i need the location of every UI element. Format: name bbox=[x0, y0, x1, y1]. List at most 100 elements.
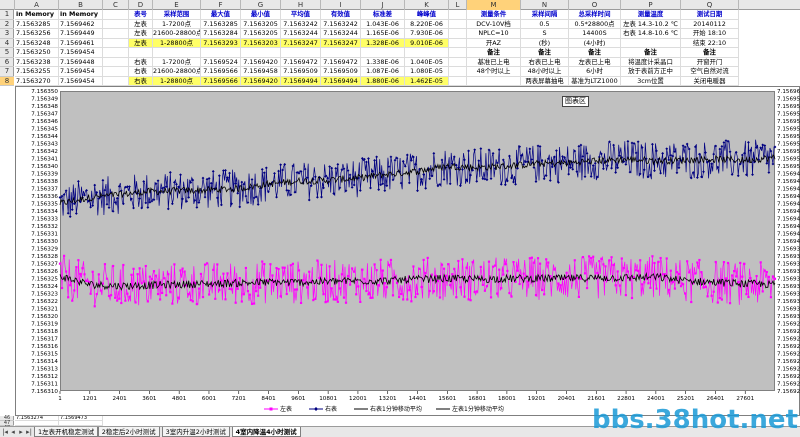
row-header[interactable]: 7 bbox=[0, 67, 14, 77]
cell-b2[interactable]: 7.1569462 bbox=[59, 19, 103, 29]
cell-o1[interactable]: 总采样时间 bbox=[569, 10, 621, 20]
column-header-a[interactable]: A bbox=[15, 0, 59, 10]
cell-g1[interactable]: 最小值 bbox=[241, 10, 281, 20]
cell-q4[interactable]: 结束 22:10 bbox=[681, 38, 739, 48]
column-header-h[interactable]: H bbox=[281, 0, 321, 10]
cell-g4[interactable]: 7.1563203 bbox=[241, 38, 281, 48]
cell-l6[interactable] bbox=[449, 57, 467, 67]
cell-q1[interactable]: 测试日期 bbox=[681, 10, 739, 20]
sheet-tab-4[interactable]: 4室内降温4小时测试 bbox=[231, 427, 301, 437]
chart-area[interactable]: 7.156310 7.156920 7.156311 7.156921 7.156312… bbox=[15, 86, 800, 416]
cell-f7[interactable]: 7.1569566 bbox=[201, 67, 241, 77]
cell-k6[interactable]: 1.040E-05 bbox=[405, 57, 449, 67]
cell-j5[interactable] bbox=[361, 48, 405, 58]
cell-q6[interactable]: 开窗开门 bbox=[681, 57, 739, 67]
cell-a2[interactable]: 7.1563285 bbox=[15, 19, 59, 29]
cell-g6[interactable]: 7.1569420 bbox=[241, 57, 281, 67]
cell-k4[interactable]: 9.010E-06 bbox=[405, 38, 449, 48]
cell-m6[interactable]: 基准已上电 bbox=[467, 57, 521, 67]
column-header-q[interactable]: Q bbox=[681, 0, 739, 10]
cell-b3[interactable]: 7.1569449 bbox=[59, 29, 103, 39]
cell-h8[interactable]: 7.1569494 bbox=[281, 76, 321, 86]
cell-e6[interactable]: 1-7200点 bbox=[153, 57, 201, 67]
cell-a6[interactable]: 7.1563238 bbox=[15, 57, 59, 67]
cell-p4[interactable] bbox=[621, 38, 681, 48]
cell-l8[interactable] bbox=[449, 76, 467, 86]
cell-c7[interactable] bbox=[103, 67, 129, 77]
cell-f5[interactable] bbox=[201, 48, 241, 58]
tab-last-icon[interactable]: ▸| bbox=[25, 427, 33, 437]
cell-e2[interactable]: 1-7200点 bbox=[153, 19, 201, 29]
cell-o8[interactable]: 基准为LTZ1000 bbox=[569, 76, 621, 86]
cell-a1[interactable]: in Memory bbox=[15, 10, 59, 20]
cell-d7[interactable]: 右表 bbox=[129, 67, 153, 77]
cell-p3[interactable]: 右表 14.8-10.6 ℃ bbox=[621, 29, 681, 39]
column-header-b[interactable]: B bbox=[59, 0, 103, 10]
cell-f4[interactable]: 7.1563293 bbox=[201, 38, 241, 48]
cell-p6[interactable]: 将温度计采晶口 bbox=[621, 57, 681, 67]
tab-next-icon[interactable]: ▸ bbox=[17, 427, 25, 437]
cell-a7[interactable]: 7.1563255 bbox=[15, 67, 59, 77]
cell-m2[interactable]: DCV-10V档 bbox=[467, 19, 521, 29]
cell-l1[interactable] bbox=[449, 10, 467, 20]
sheet-tab-2[interactable]: 2稳定后2小时测试 bbox=[97, 427, 160, 437]
row-header[interactable]: 2 bbox=[0, 20, 14, 29]
cell-n3[interactable]: S bbox=[521, 29, 569, 39]
cell-c1[interactable] bbox=[103, 10, 129, 20]
cell-q8[interactable]: 关闭电暖器 bbox=[681, 76, 739, 86]
column-header-k[interactable]: K bbox=[405, 0, 449, 10]
column-header-j[interactable]: J bbox=[361, 0, 405, 10]
cell-j8[interactable]: 1.880E-06 bbox=[361, 76, 405, 86]
cell-q7[interactable]: 空气自然对流 bbox=[681, 67, 739, 77]
cell-i1[interactable]: 有效值 bbox=[321, 10, 361, 20]
cell-j2[interactable]: 1.043E-06 bbox=[361, 19, 405, 29]
row-header[interactable]: 5 bbox=[0, 48, 14, 58]
cell-h2[interactable]: 7.1563242 bbox=[281, 19, 321, 29]
cell-i4[interactable]: 7.1563247 bbox=[321, 38, 361, 48]
cell-d8[interactable]: 右表 bbox=[129, 76, 153, 86]
cell-d3[interactable]: 左表 bbox=[129, 29, 153, 39]
tab-prev-icon[interactable]: ◂ bbox=[9, 427, 17, 437]
cell-l5[interactable] bbox=[449, 48, 467, 58]
cell-m8[interactable] bbox=[467, 76, 521, 86]
cell-l7[interactable] bbox=[449, 67, 467, 77]
cell-m3[interactable]: NPLC=10 bbox=[467, 29, 521, 39]
cell-k3[interactable]: 7.930E-06 bbox=[405, 29, 449, 39]
cell-e4[interactable]: 1-28800点 bbox=[153, 38, 201, 48]
cell-g7[interactable]: 7.1569458 bbox=[241, 67, 281, 77]
cell-k8[interactable]: 1.462E-05 bbox=[405, 76, 449, 86]
cell-e7[interactable]: 21600-28800点 bbox=[153, 67, 201, 77]
cell-h6[interactable]: 7.1569472 bbox=[281, 57, 321, 67]
cell-c4[interactable] bbox=[103, 38, 129, 48]
tab-first-icon[interactable]: |◂ bbox=[1, 427, 9, 437]
cell-p8[interactable]: 3cm位置 bbox=[621, 76, 681, 86]
cell-g3[interactable]: 7.1563205 bbox=[241, 29, 281, 39]
column-header-g[interactable]: G bbox=[241, 0, 281, 10]
cell-q2[interactable]: 20140112 bbox=[681, 19, 739, 29]
column-header-p[interactable]: P bbox=[621, 0, 681, 10]
cell-q3[interactable]: 开始 18:10 bbox=[681, 29, 739, 39]
cell-f3[interactable]: 7.1563284 bbox=[201, 29, 241, 39]
cell-j7[interactable]: 1.087E-06 bbox=[361, 67, 405, 77]
cell-h3[interactable]: 7.1563244 bbox=[281, 29, 321, 39]
column-header-n[interactable]: N bbox=[521, 0, 569, 10]
cell-i5[interactable] bbox=[321, 48, 361, 58]
cell-e3[interactable]: 21600-28800点 bbox=[153, 29, 201, 39]
cell-o7[interactable]: 6小时 bbox=[569, 67, 621, 77]
cell-q5[interactable]: 备注 bbox=[681, 48, 739, 58]
column-header-m[interactable]: M bbox=[467, 0, 521, 10]
cell-j1[interactable]: 标准差 bbox=[361, 10, 405, 20]
cell-o3[interactable]: 14400S bbox=[569, 29, 621, 39]
sheet-tab-3[interactable]: 3室内升温2小时测试 bbox=[161, 427, 230, 437]
cell-l4[interactable] bbox=[449, 38, 467, 48]
cell-d1[interactable]: 表号 bbox=[129, 10, 153, 20]
cell-m1[interactable]: 测量条件 bbox=[467, 10, 521, 20]
cell-b7[interactable]: 7.1569454 bbox=[59, 67, 103, 77]
column-header-l[interactable]: L bbox=[449, 0, 467, 10]
cell-g2[interactable]: 7.1563205 bbox=[241, 19, 281, 29]
cell-b4[interactable]: 7.1569461 bbox=[59, 38, 103, 48]
cell-i2[interactable]: 7.1563242 bbox=[321, 19, 361, 29]
row-header[interactable]: 8 bbox=[0, 76, 14, 86]
column-header-i[interactable]: I bbox=[321, 0, 361, 10]
cell-k2[interactable]: 8.220E-06 bbox=[405, 19, 449, 29]
